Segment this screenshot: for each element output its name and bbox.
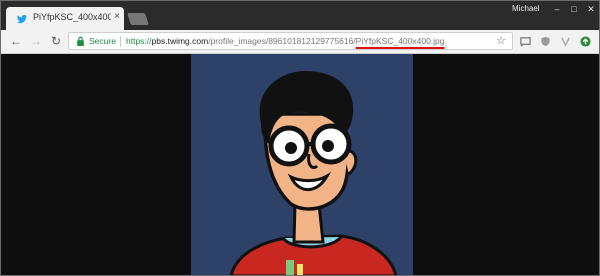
minimize-icon[interactable]: – (550, 4, 564, 14)
tab-close-icon[interactable]: × (112, 11, 122, 23)
browser-tab[interactable]: PiYfpKSC_400x400.jpg (400×400) × (6, 7, 124, 30)
maximize-icon[interactable]: □ (567, 4, 581, 14)
url-filename: PiYfpKSC_400x400.jpg (355, 36, 445, 46)
bookmark-star-icon[interactable]: ☆ (496, 34, 506, 47)
url-host: pbs.twimg.com (151, 36, 209, 46)
url-scheme: https:// (126, 36, 152, 46)
secure-label: Secure (89, 36, 116, 46)
close-window-icon[interactable]: ✕ (584, 4, 598, 14)
url-path: /profile_images/896101812129775616/ (208, 36, 356, 46)
profile-image (191, 54, 413, 275)
update-arrow-icon[interactable] (580, 36, 591, 47)
profile-user-label[interactable]: Michael (512, 4, 540, 13)
tab-strip: PiYfpKSC_400x400.jpg (400×400) × Michael… (1, 1, 599, 30)
lock-icon (77, 36, 84, 46)
reload-icon[interactable]: ↻ (49, 34, 63, 48)
toolbar: ← → ↻ Secure https://pbs.twimg.com/profi… (1, 30, 599, 54)
page-viewport (1, 54, 599, 275)
back-icon[interactable]: ← (9, 34, 23, 48)
tab-title: PiYfpKSC_400x400.jpg (400×400) (33, 12, 111, 22)
browser-window: PiYfpKSC_400x400.jpg (400×400) × Michael… (0, 0, 600, 276)
cartoon-avatar (229, 70, 398, 275)
new-tab-button[interactable] (127, 13, 149, 25)
cast-icon[interactable] (520, 36, 531, 47)
url-text[interactable]: https://pbs.twimg.com/profile_images/896… (126, 36, 445, 46)
forward-icon[interactable]: → (29, 34, 43, 48)
shield-icon[interactable] (540, 36, 551, 47)
twitter-bird-icon (16, 14, 27, 24)
omnibox-divider (120, 36, 121, 47)
extension-vee-icon[interactable] (560, 36, 571, 47)
address-bar[interactable]: Secure https://pbs.twimg.com/profile_ima… (68, 32, 513, 50)
